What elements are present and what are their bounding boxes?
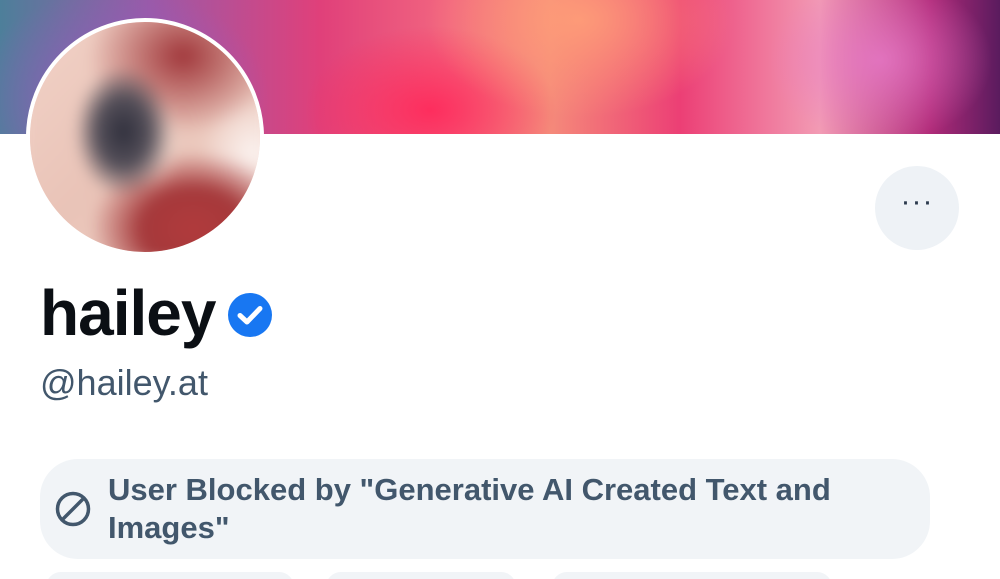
display-name: hailey	[40, 277, 216, 349]
avatar[interactable]	[26, 18, 264, 256]
ban-icon	[55, 491, 91, 527]
profile-header: ··· hailey @hailey.at User Blocked by "G…	[0, 0, 1000, 579]
ellipsis-icon: ···	[900, 185, 934, 218]
action-button-partial-2[interactable]	[552, 572, 832, 579]
name-row: hailey	[40, 276, 273, 350]
moderation-notice[interactable]: User Blocked by "Generative AI Created T…	[40, 459, 930, 559]
moderation-notice-text: User Blocked by "Generative AI Created T…	[108, 472, 831, 545]
user-handle: @hailey.at	[40, 362, 208, 403]
action-button-partial[interactable]	[326, 572, 516, 579]
follow-button-partial[interactable]	[46, 572, 294, 579]
avatar-image	[30, 22, 260, 252]
more-options-button[interactable]: ···	[875, 166, 959, 250]
check-badge-icon[interactable]	[227, 292, 273, 338]
